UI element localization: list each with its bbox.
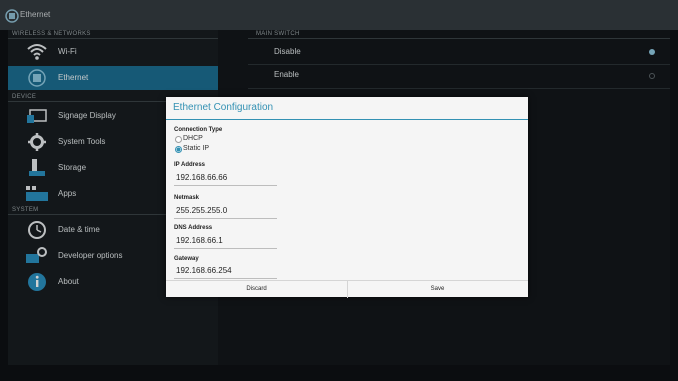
radio-static-ip[interactable] bbox=[175, 146, 182, 153]
gateway-label: Gateway bbox=[174, 256, 199, 262]
dialog-button-bar: Discard Save bbox=[166, 280, 528, 298]
title-divider bbox=[166, 119, 528, 120]
discard-button[interactable]: Discard bbox=[166, 281, 347, 298]
dns-address-label: DNS Address bbox=[174, 225, 213, 231]
dns-address-input[interactable]: 192.168.66.1 bbox=[176, 236, 223, 245]
ethernet-config-dialog: Ethernet Configuration Connection Type D… bbox=[166, 97, 528, 298]
field-underline bbox=[174, 248, 277, 249]
ip-address-input[interactable]: 192.168.66.66 bbox=[176, 173, 227, 182]
field-underline bbox=[174, 278, 277, 279]
radio-dhcp[interactable] bbox=[175, 136, 182, 143]
field-underline bbox=[174, 218, 277, 219]
gateway-input[interactable]: 192.168.66.254 bbox=[176, 266, 232, 275]
netmask-label: Netmask bbox=[174, 195, 200, 201]
netmask-input[interactable]: 255.255.255.0 bbox=[176, 206, 227, 215]
connection-type-label: Connection Type bbox=[174, 127, 223, 133]
dialog-title: Ethernet Configuration bbox=[173, 102, 274, 113]
radio-label-static-ip[interactable]: Static IP bbox=[183, 145, 209, 152]
field-underline bbox=[174, 185, 277, 186]
save-button[interactable]: Save bbox=[347, 281, 528, 298]
radio-label-dhcp[interactable]: DHCP bbox=[183, 135, 203, 142]
ip-address-label: IP Address bbox=[174, 162, 206, 168]
